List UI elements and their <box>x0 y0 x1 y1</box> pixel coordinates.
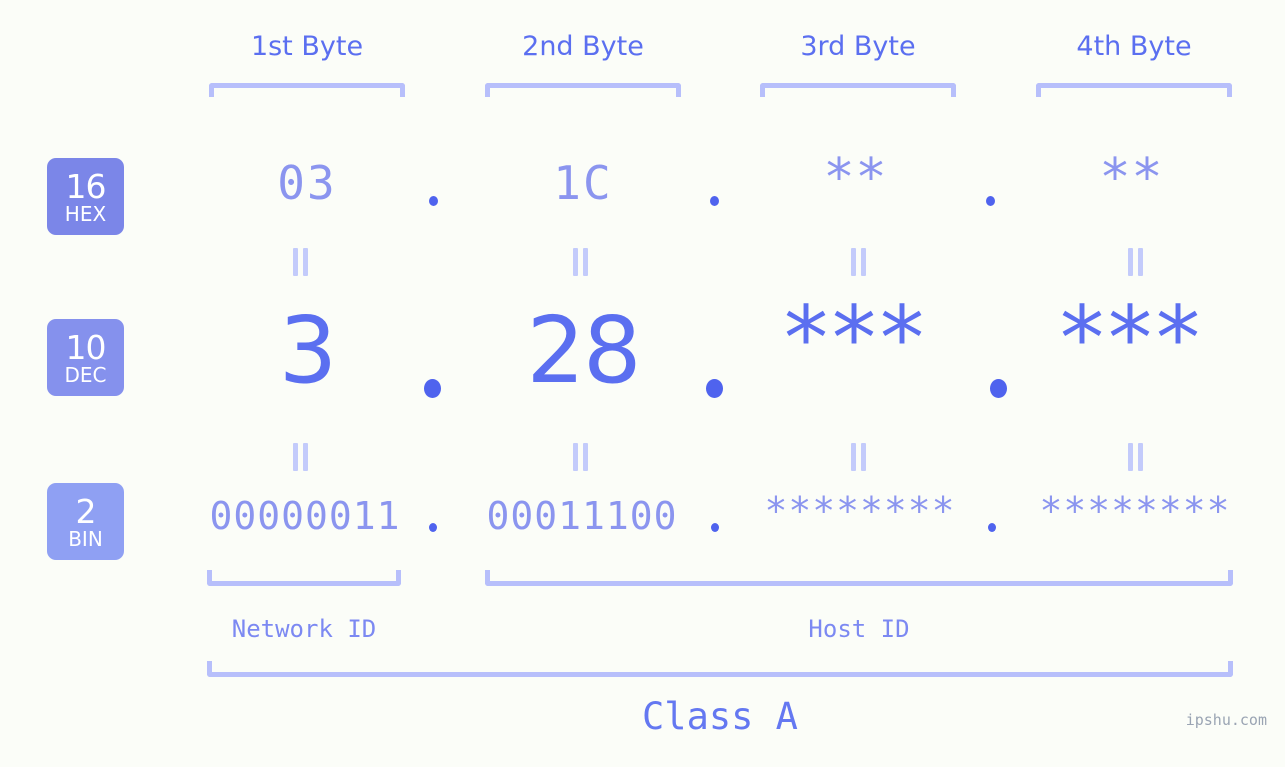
equals-mark-2a <box>573 248 578 276</box>
dec-octet-3: *** <box>784 287 928 390</box>
hex-octet-3: ** <box>826 148 890 208</box>
byte-bracket-4 <box>1036 83 1232 97</box>
radix-badge-bin-number: 2 <box>75 491 97 531</box>
byte-header-1: 1st Byte <box>250 31 364 62</box>
network-id-bracket <box>207 570 401 586</box>
equals-mark-4a <box>1128 248 1133 276</box>
bin-octet-2: 00011100 <box>486 494 678 538</box>
bin-separator-dot-2 <box>711 523 719 532</box>
equals-mark-8b <box>1138 443 1143 471</box>
hex-octet-2: 1C <box>553 156 613 210</box>
dec-octet-4: *** <box>1060 287 1204 390</box>
host-id-label: Host ID <box>808 615 910 643</box>
equals-mark-1a <box>293 248 298 276</box>
hex-octet-1: 03 <box>277 156 337 210</box>
bin-octet-3: ******** <box>764 489 956 533</box>
ip-address-breakdown-diagram: 1st Byte 2nd Byte 3rd Byte 4th Byte 16 H… <box>0 0 1285 767</box>
equals-mark-5b <box>303 443 308 471</box>
equals-mark-7a <box>851 443 856 471</box>
hex-separator-dot-1 <box>429 196 438 206</box>
byte-header-2: 2nd Byte <box>522 31 644 62</box>
site-watermark: ipshu.com <box>1185 711 1267 729</box>
radix-badge-bin-system: BIN <box>68 526 103 551</box>
radix-badge-hex: 16 HEX <box>47 158 124 235</box>
equals-mark-2b <box>583 248 588 276</box>
bin-octet-1: 00000011 <box>209 494 401 538</box>
radix-badge-bin: 2 BIN <box>47 483 124 560</box>
dec-separator-dot-2 <box>706 379 723 398</box>
byte-bracket-1 <box>209 83 405 97</box>
equals-mark-8a <box>1128 443 1133 471</box>
byte-bracket-3 <box>760 83 956 97</box>
bin-separator-dot-3 <box>988 523 996 532</box>
network-id-label: Network ID <box>231 615 377 643</box>
class-bracket <box>207 661 1233 677</box>
byte-bracket-2 <box>485 83 681 97</box>
byte-header-3: 3rd Byte <box>800 31 916 62</box>
dec-separator-dot-1 <box>424 379 441 398</box>
equals-mark-6b <box>583 443 588 471</box>
bin-octet-4: ******** <box>1039 489 1231 533</box>
radix-badge-dec-system: DEC <box>64 362 107 387</box>
radix-badge-dec-number: 10 <box>65 327 107 367</box>
equals-mark-7b <box>861 443 866 471</box>
equals-mark-3a <box>851 248 856 276</box>
hex-octet-4: ** <box>1102 148 1166 208</box>
equals-mark-1b <box>303 248 308 276</box>
radix-badge-dec: 10 DEC <box>47 319 124 396</box>
dec-separator-dot-3 <box>990 379 1007 398</box>
radix-badge-hex-system: HEX <box>64 201 107 226</box>
radix-badge-hex-number: 16 <box>65 166 107 206</box>
class-label: Class A <box>642 695 798 738</box>
host-id-bracket <box>485 570 1233 586</box>
hex-separator-dot-2 <box>710 196 719 206</box>
byte-header-4: 4th Byte <box>1076 31 1192 62</box>
equals-mark-3b <box>861 248 866 276</box>
equals-mark-5a <box>293 443 298 471</box>
equals-mark-4b <box>1138 248 1143 276</box>
dec-octet-1: 3 <box>278 297 338 404</box>
hex-separator-dot-3 <box>986 196 995 206</box>
bin-separator-dot-1 <box>429 523 437 532</box>
dec-octet-2: 28 <box>526 297 641 404</box>
equals-mark-6a <box>573 443 578 471</box>
